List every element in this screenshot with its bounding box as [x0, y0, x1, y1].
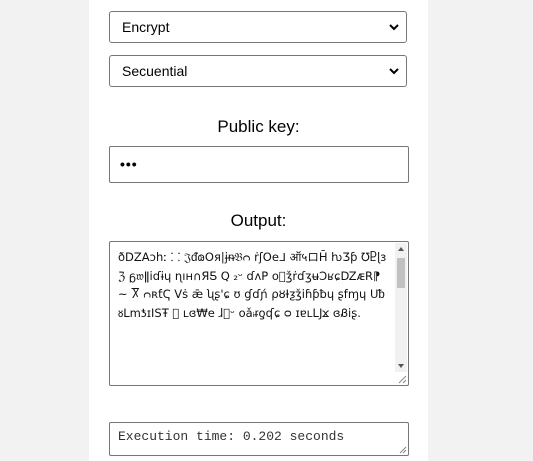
execution-time-field[interactable]: Execution time: 0.202 seconds [109, 422, 409, 456]
output-label: Output: [230, 211, 287, 230]
chevron-down-icon [389, 24, 399, 31]
public-key-label: Public key: [217, 117, 300, 136]
method-select[interactable]: Secuential [109, 55, 407, 87]
output-text: ðDZAɔhː ⸬ 𝔍ᵭ𐑀Oя|ɉᵰ𝔅ᴒ ṙʃOeᒧ ऑ५ロH̄ ƕƷƥ ℧Ⴒɭ… [118, 250, 390, 320]
mode-select[interactable]: Encrypt [109, 11, 407, 43]
method-select-value: Secuential [122, 63, 188, 79]
execution-time-text: Execution time: 0.202 seconds [118, 429, 345, 444]
resize-grip-icon[interactable] [397, 444, 407, 454]
mode-select-value: Encrypt [122, 19, 170, 35]
resize-grip-icon[interactable] [395, 372, 407, 384]
output-textarea[interactable]: ðDZAɔhː ⸬ 𝔍ᵭ𐑀Oя|ɉᵰ𝔅ᴒ ṙʃOeᒧ ऑ५ロH̄ ƕƷƥ ℧Ⴒɭ… [109, 241, 409, 386]
scroll-thumb[interactable] [397, 258, 405, 288]
output-scrollbar[interactable] [395, 243, 407, 372]
scroll-down-arrow-icon[interactable] [395, 360, 407, 372]
scroll-up-arrow-icon[interactable] [395, 243, 407, 255]
public-key-value: ••• [120, 156, 138, 172]
form-panel: Encrypt Secuential Public key: ••• Outpu… [89, 0, 428, 461]
chevron-down-icon [389, 68, 399, 75]
public-key-input[interactable]: ••• [109, 146, 409, 183]
